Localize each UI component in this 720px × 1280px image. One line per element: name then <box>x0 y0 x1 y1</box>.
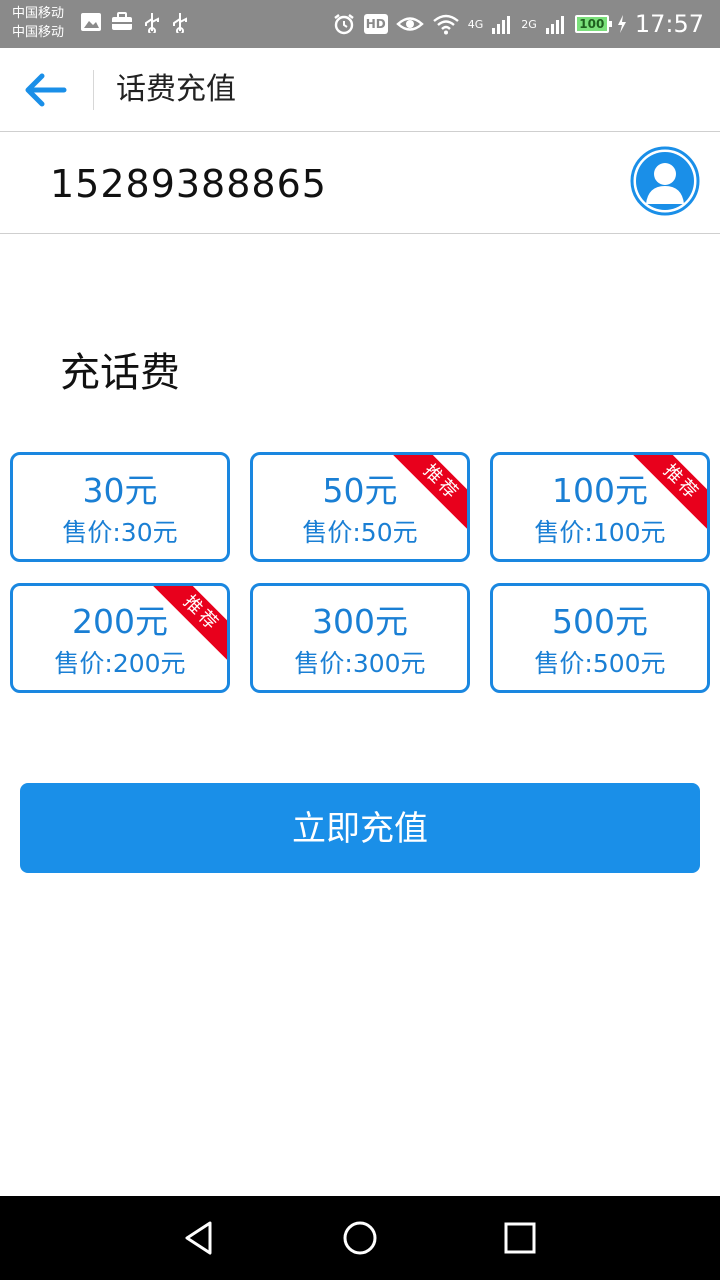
section-title: 充话费 <box>60 350 180 396</box>
image-icon <box>81 13 101 31</box>
page-title: 话费充值 <box>116 72 236 107</box>
usb-icon <box>145 13 159 33</box>
app-header: 话费充值 <box>0 48 720 132</box>
circle-home-icon <box>343 1221 377 1255</box>
back-button[interactable] <box>20 68 72 112</box>
package-price: 售价:30元 <box>62 518 178 547</box>
triangle-back-icon <box>185 1221 212 1255</box>
nav-back-button[interactable] <box>178 1216 222 1260</box>
phone-row: 15289388865 <box>0 132 720 234</box>
system-status: HD 4G 2G 100 17:57 <box>332 9 704 39</box>
carrier-labels: 中国移动 中国移动 <box>12 4 64 42</box>
package-card-200[interactable]: 推荐 200元 售价:200元 <box>10 583 230 693</box>
status-bar: 中国移动 中国移动 HD 4G 2G 100 17:57 <box>0 0 720 48</box>
header-divider <box>93 70 94 110</box>
system-nav-bar <box>0 1196 720 1280</box>
battery-icon: 100 <box>574 15 612 33</box>
package-price: 售价:100元 <box>534 518 666 547</box>
network-4g-label: 4G <box>467 17 484 31</box>
package-amount: 30元 <box>82 471 158 510</box>
alarm-icon <box>334 14 354 35</box>
network-2g-label: 2G <box>521 17 537 31</box>
carrier-1: 中国移动 <box>12 6 65 21</box>
package-price: 售价:500元 <box>534 649 666 678</box>
signal-icon-2 <box>545 16 564 34</box>
user-avatar-icon <box>630 146 700 216</box>
package-amount: 300元 <box>312 602 408 641</box>
screen: 中国移动 中国移动 HD 4G 2G 100 17:57 话费充值 152893… <box>0 0 720 1280</box>
nav-home-button[interactable] <box>338 1216 382 1260</box>
package-amount: 500元 <box>552 602 648 641</box>
package-card-50[interactable]: 推荐 50元 售价:50元 <box>250 452 470 562</box>
package-amount: 100元 <box>552 471 648 510</box>
hd-icon: HD <box>363 14 388 34</box>
square-recents-icon <box>504 1222 536 1254</box>
recharge-now-button[interactable]: 立即充值 <box>20 783 700 873</box>
notification-icons <box>80 11 190 33</box>
package-price: 售价:300元 <box>294 649 426 678</box>
carrier-2: 中国移动 <box>12 25 65 40</box>
eye-comfort-icon <box>395 17 424 31</box>
signal-icon-1 <box>492 16 511 34</box>
wifi-icon <box>432 14 459 35</box>
package-amount: 200元 <box>72 602 168 641</box>
package-card-500[interactable]: 500元 售价:500元 <box>490 583 710 693</box>
contacts-button[interactable] <box>630 146 700 216</box>
package-card-30[interactable]: 30元 售价:30元 <box>10 452 230 562</box>
package-price: 售价:200元 <box>54 649 186 678</box>
package-amount: 50元 <box>322 471 398 510</box>
package-card-300[interactable]: 300元 售价:300元 <box>250 583 470 693</box>
usb-icon-2 <box>173 13 187 33</box>
charging-icon <box>617 15 626 33</box>
package-price: 售价:50元 <box>302 518 418 547</box>
clock: 17:57 <box>634 10 704 38</box>
phone-number-field[interactable]: 15289388865 <box>50 160 327 208</box>
briefcase-icon <box>112 12 132 30</box>
nav-recents-button[interactable] <box>498 1216 542 1260</box>
package-card-100[interactable]: 推荐 100元 售价:100元 <box>490 452 710 562</box>
arrow-left-icon <box>25 73 67 107</box>
